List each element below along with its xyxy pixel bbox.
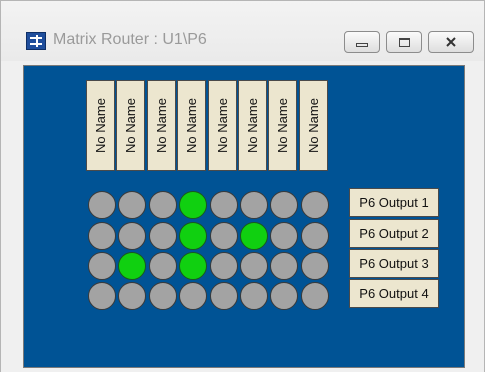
crosspoint-1-7[interactable] bbox=[270, 191, 298, 219]
matrix-router-icon[interactable] bbox=[26, 32, 46, 50]
router-matrix-panel: No Name No Name No Name No Name No Name No Na… bbox=[23, 65, 465, 368]
crosspoint-2-2[interactable] bbox=[118, 222, 146, 250]
crosspoint-3-4[interactable] bbox=[179, 252, 207, 280]
crosspoint-3-6[interactable] bbox=[240, 252, 268, 280]
matrix-router-window: Matrix Router : U1\P6 No Name No Name No N… bbox=[0, 0, 485, 372]
input-label-text: No Name bbox=[93, 98, 109, 153]
crosspoint-1-6[interactable] bbox=[240, 191, 268, 219]
crosspoint-1-1[interactable] bbox=[88, 191, 116, 219]
crosspoint-4-1[interactable] bbox=[88, 282, 116, 310]
minimize-button[interactable] bbox=[344, 31, 380, 53]
crosspoint-1-8[interactable] bbox=[301, 191, 329, 219]
close-button[interactable] bbox=[428, 31, 474, 53]
window-frame-bottom bbox=[1, 368, 484, 372]
crosspoint-4-5[interactable] bbox=[210, 282, 238, 310]
window-title: Matrix Router : U1\P6 bbox=[53, 31, 207, 48]
input-label-text: No Name bbox=[245, 98, 261, 153]
input-label-6[interactable]: No Name bbox=[238, 80, 267, 171]
crosspoint-4-6[interactable] bbox=[240, 282, 268, 310]
output-label-text: P6 Output 4 bbox=[359, 286, 429, 301]
output-label-4[interactable]: P6 Output 4 bbox=[349, 279, 439, 308]
crosspoint-4-3[interactable] bbox=[149, 282, 177, 310]
crosspoint-4-7[interactable] bbox=[270, 282, 298, 310]
crosspoint-1-5[interactable] bbox=[210, 191, 238, 219]
crosspoint-2-1[interactable] bbox=[88, 222, 116, 250]
crosspoint-3-1[interactable] bbox=[88, 252, 116, 280]
output-label-text: P6 Output 1 bbox=[359, 195, 429, 210]
crosspoint-3-7[interactable] bbox=[270, 252, 298, 280]
crosspoint-3-5[interactable] bbox=[210, 252, 238, 280]
crosspoint-4-8[interactable] bbox=[301, 282, 329, 310]
output-label-text: P6 Output 3 bbox=[359, 256, 429, 271]
input-label-text: No Name bbox=[275, 98, 291, 153]
output-label-text: P6 Output 2 bbox=[359, 226, 429, 241]
maximize-button[interactable] bbox=[386, 31, 422, 53]
crosspoint-1-2[interactable] bbox=[118, 191, 146, 219]
crosspoint-4-4[interactable] bbox=[179, 282, 207, 310]
output-label-2[interactable]: P6 Output 2 bbox=[349, 219, 439, 248]
input-label-3[interactable]: No Name bbox=[147, 80, 176, 171]
crosspoint-3-2[interactable] bbox=[118, 252, 146, 280]
crosspoint-4-2[interactable] bbox=[118, 282, 146, 310]
crosspoint-2-3[interactable] bbox=[149, 222, 177, 250]
crosspoint-3-3[interactable] bbox=[149, 252, 177, 280]
close-icon bbox=[446, 37, 456, 47]
maximize-icon bbox=[398, 37, 410, 47]
crosspoint-2-6[interactable] bbox=[240, 222, 268, 250]
crosspoint-3-8[interactable] bbox=[301, 252, 329, 280]
crosspoint-1-4[interactable] bbox=[179, 191, 207, 219]
input-label-text: No Name bbox=[184, 98, 200, 153]
crosspoint-1-3[interactable] bbox=[149, 191, 177, 219]
crosspoint-2-5[interactable] bbox=[210, 222, 238, 250]
crosspoint-2-4[interactable] bbox=[179, 222, 207, 250]
input-label-7[interactable]: No Name bbox=[268, 80, 297, 171]
crosspoint-2-7[interactable] bbox=[270, 222, 298, 250]
input-label-text: No Name bbox=[215, 98, 231, 153]
input-label-8[interactable]: No Name bbox=[299, 80, 328, 171]
output-label-3[interactable]: P6 Output 3 bbox=[349, 249, 439, 278]
input-label-text: No Name bbox=[123, 98, 139, 153]
input-label-text: No Name bbox=[306, 98, 322, 153]
output-label-1[interactable]: P6 Output 1 bbox=[349, 188, 439, 217]
input-label-5[interactable]: No Name bbox=[208, 80, 237, 171]
input-label-4[interactable]: No Name bbox=[177, 80, 206, 171]
input-label-1[interactable]: No Name bbox=[86, 80, 115, 171]
title-bar[interactable]: Matrix Router : U1\P6 bbox=[1, 1, 484, 61]
input-label-2[interactable]: No Name bbox=[116, 80, 145, 171]
crosspoint-2-8[interactable] bbox=[301, 222, 329, 250]
input-label-text: No Name bbox=[154, 98, 170, 153]
minimize-icon bbox=[356, 43, 368, 47]
